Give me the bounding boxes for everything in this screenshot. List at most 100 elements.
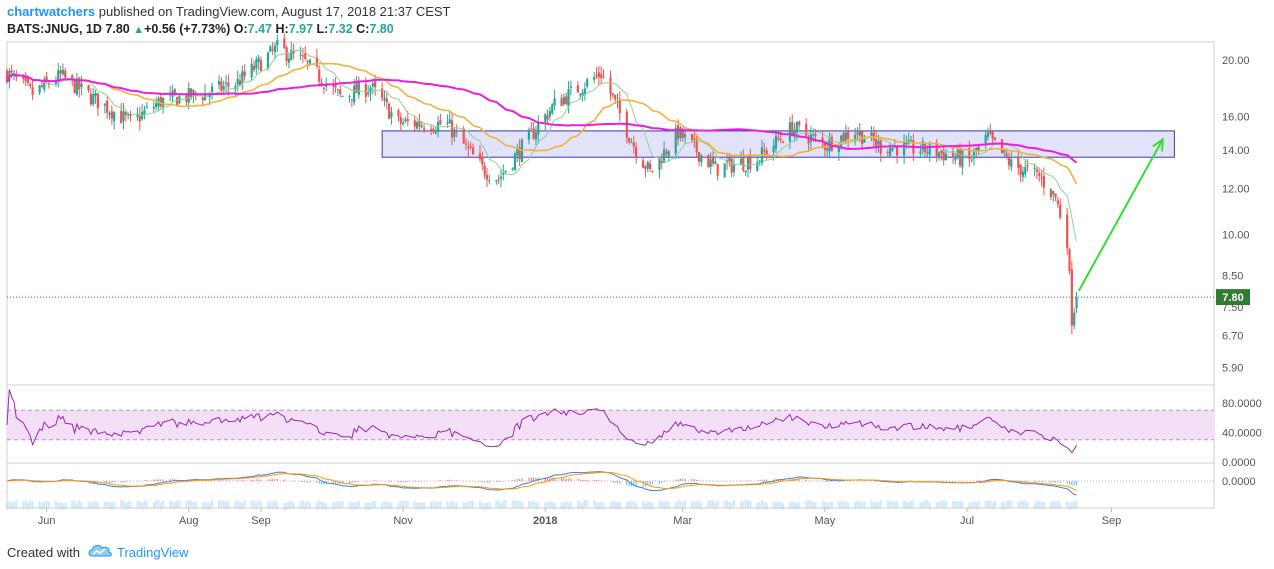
volume-bar bbox=[977, 500, 980, 508]
volume-bar bbox=[96, 502, 99, 510]
volume-bar bbox=[1003, 502, 1006, 510]
time-axis-label: 2018 bbox=[533, 515, 557, 527]
volume-bar bbox=[57, 502, 60, 510]
volume-bar bbox=[390, 502, 393, 510]
volume-bar bbox=[220, 500, 223, 508]
candle[interactable] bbox=[551, 102, 554, 116]
candle[interactable] bbox=[1066, 207, 1069, 255]
volume-bar bbox=[956, 501, 959, 509]
volume-bar bbox=[87, 502, 90, 510]
volume-bar bbox=[315, 502, 318, 510]
time-axis-label: Jul bbox=[960, 515, 974, 527]
volume-bar bbox=[940, 500, 943, 508]
volume-bar bbox=[92, 502, 95, 510]
volume-bar bbox=[350, 502, 353, 510]
volume-bar bbox=[760, 500, 763, 508]
volume-bar bbox=[106, 501, 109, 509]
volume-bar bbox=[1070, 502, 1073, 510]
volume-bar bbox=[919, 501, 922, 509]
volume-bar bbox=[78, 500, 81, 508]
volume-bar bbox=[141, 502, 144, 510]
volume-bar bbox=[402, 501, 405, 509]
volume-bar bbox=[320, 501, 323, 509]
tradingview-brand[interactable]: TradingView bbox=[117, 545, 189, 560]
volume-bar bbox=[243, 500, 246, 508]
volume-bar bbox=[642, 500, 645, 508]
volume-bar bbox=[1066, 501, 1069, 509]
volume-bar bbox=[43, 501, 46, 509]
tradingview-cloud-icon[interactable] bbox=[87, 542, 113, 558]
volume-bar bbox=[907, 502, 910, 510]
volume-bar bbox=[208, 502, 211, 510]
volume-bar bbox=[364, 502, 367, 510]
volume-bar bbox=[677, 500, 680, 508]
price-axis[interactable]: 20.00 16.00 14.00 12.00 10.00 8.50 7.50 6.70 5.9… bbox=[1222, 55, 1262, 488]
volume-bar bbox=[921, 501, 924, 509]
candle[interactable] bbox=[283, 33, 286, 49]
volume-bar bbox=[308, 502, 311, 510]
candle[interactable] bbox=[1000, 139, 1004, 155]
volume-bar bbox=[1000, 502, 1003, 510]
candle[interactable] bbox=[1068, 247, 1071, 275]
volume-bar bbox=[273, 500, 276, 508]
volume-bar bbox=[625, 501, 628, 509]
volume-bar bbox=[840, 500, 843, 508]
volume-bar bbox=[798, 501, 801, 509]
volume-bar bbox=[679, 500, 682, 508]
volume-bar bbox=[499, 502, 502, 510]
volume-bar bbox=[774, 502, 777, 510]
volume-bar bbox=[453, 502, 456, 510]
volume-bar bbox=[513, 500, 516, 508]
volume-bar bbox=[339, 500, 342, 508]
volume-bar bbox=[110, 502, 113, 510]
volume-bar bbox=[730, 502, 733, 510]
candle[interactable] bbox=[1070, 260, 1073, 335]
chart-canvas[interactable]: 7.80 20.0016.0014.0012.0010.008.507.506.… bbox=[0, 0, 1274, 532]
volume-bar bbox=[812, 501, 815, 509]
volume-bar bbox=[355, 502, 358, 510]
volume-bar bbox=[502, 500, 505, 508]
volume-bar bbox=[779, 502, 782, 510]
volume-bar bbox=[413, 500, 416, 508]
price-axis-label: 10.00 bbox=[1222, 230, 1250, 242]
candle[interactable] bbox=[513, 151, 517, 172]
volume-bar bbox=[959, 501, 962, 509]
volume-bar bbox=[399, 500, 402, 508]
volume-bar bbox=[560, 502, 563, 510]
volume-bar bbox=[420, 502, 423, 510]
volume-bar bbox=[565, 500, 568, 508]
volume-bar bbox=[138, 501, 141, 509]
volume-bar bbox=[145, 500, 148, 508]
volume-bar bbox=[1059, 502, 1062, 510]
candle[interactable] bbox=[175, 96, 179, 106]
volume-bar bbox=[325, 502, 328, 510]
volume-bar bbox=[935, 502, 938, 510]
volume-bar bbox=[651, 502, 654, 510]
volume-bar bbox=[423, 502, 426, 510]
volume-bar bbox=[38, 500, 41, 508]
candle[interactable] bbox=[723, 163, 726, 178]
volume-bar bbox=[432, 500, 435, 508]
rsi-axis-label: 40.0000 bbox=[1222, 427, 1262, 439]
volume-bar bbox=[593, 500, 596, 508]
volume-bar bbox=[700, 502, 703, 510]
volume-bar bbox=[870, 500, 873, 508]
volume-bar bbox=[157, 500, 160, 508]
volume-bar bbox=[728, 502, 731, 510]
volume-bar bbox=[569, 501, 572, 509]
volume-bar bbox=[618, 502, 621, 510]
volume-bar bbox=[255, 502, 258, 510]
volume-bar bbox=[716, 500, 719, 508]
volume-bar bbox=[185, 500, 188, 508]
volume-bar bbox=[285, 502, 288, 510]
candle[interactable] bbox=[707, 154, 710, 168]
candle[interactable] bbox=[388, 102, 391, 120]
time-axis[interactable]: Jun Aug Sep Nov 2018 Mar May Jul Sep bbox=[38, 508, 1122, 527]
volume-bar bbox=[821, 500, 824, 508]
volume-bar bbox=[357, 501, 360, 509]
volume-bar bbox=[879, 500, 882, 508]
volume-bar bbox=[777, 500, 780, 508]
volume-bar bbox=[59, 502, 62, 510]
volume-bar bbox=[807, 500, 810, 508]
volume-bar bbox=[103, 501, 106, 509]
